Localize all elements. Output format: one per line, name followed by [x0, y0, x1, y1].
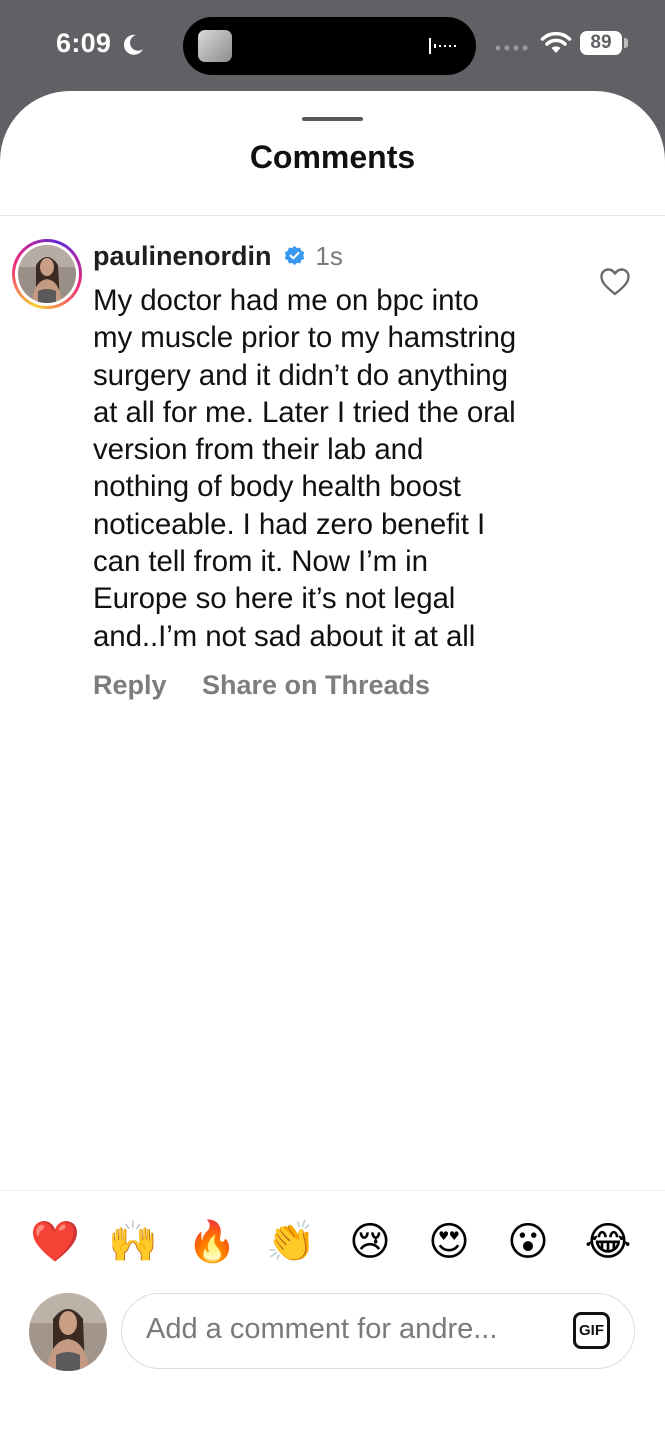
comment-line: Europe so here it’s not legal: [93, 582, 456, 616]
composer-divider: [0, 1190, 665, 1191]
current-user-avatar[interactable]: [29, 1293, 107, 1371]
avatar: [18, 245, 76, 303]
comment-timestamp: 1s: [315, 241, 343, 271]
comment-line: and..I’m not sad about it at all: [93, 619, 476, 653]
status-bar: 6:09 89: [0, 0, 665, 95]
share-on-threads-button[interactable]: Share on Threads: [202, 670, 430, 700]
sheet-grabber[interactable]: [302, 117, 363, 121]
emoji-heart-eyes-button[interactable]: 😍: [424, 1215, 474, 1269]
moon-icon: [123, 34, 143, 55]
comment-input-placeholder[interactable]: Add a comment for andre...: [146, 1313, 497, 1346]
comment-line: can tell from it. Now I’m in: [93, 545, 428, 579]
battery-icon: 89: [580, 31, 622, 55]
comment-line: surgery and it didn’t do anything: [93, 358, 508, 392]
like-heart-icon[interactable]: [599, 267, 631, 297]
emoji-surprised-button[interactable]: 😮: [503, 1215, 553, 1269]
dynamic-island[interactable]: [183, 17, 476, 75]
comment-text: My doctor had me on bpc into my muscle p…: [93, 282, 573, 655]
header-divider: [0, 215, 665, 216]
cellular-signal-icon: [495, 45, 528, 51]
emoji-fire-button[interactable]: 🔥: [187, 1215, 237, 1269]
emoji-raising-hands-button[interactable]: 🙌: [108, 1215, 158, 1269]
emoji-clapping-button[interactable]: 👏: [266, 1215, 316, 1269]
reply-button[interactable]: Reply: [93, 670, 167, 700]
comment-username[interactable]: paulinenordin: [93, 241, 272, 271]
comment-actions: Reply Share on Threads: [93, 670, 461, 701]
sheet-title: Comments: [249, 139, 416, 175]
status-time: 6:09: [56, 28, 112, 58]
now-playing-thumbnail: [198, 30, 232, 62]
verified-badge-icon: [284, 245, 305, 265]
emoji-heart-button[interactable]: ❤️: [30, 1215, 80, 1269]
comment-input[interactable]: Add a comment for andre... GIF: [121, 1293, 635, 1369]
battery-nub: [624, 38, 628, 48]
gif-button[interactable]: GIF: [573, 1312, 610, 1349]
emoji-quick-reactions: ❤️ 🙌 🔥 👏 😢 😍 😮 😂: [30, 1215, 640, 1271]
comment-line: My doctor had me on bpc into: [93, 284, 479, 317]
comment-line: my muscle prior to my hamstring: [93, 321, 517, 355]
comment-line: noticeable. I had zero benefit I: [93, 507, 486, 541]
comments-sheet: Comments paulinenordin 1s My doctor had …: [0, 91, 665, 1440]
comment-line: nothing of body health boost: [93, 470, 461, 504]
emoji-crying-button[interactable]: 😢: [345, 1215, 395, 1269]
audio-waveform-icon: [429, 38, 456, 54]
comment-line: version from their lab and: [93, 433, 424, 467]
comment-avatar-ring[interactable]: [12, 239, 82, 309]
emoji-laughing-button[interactable]: 😂: [583, 1215, 633, 1269]
comment-header: paulinenordin 1s: [93, 241, 343, 275]
wifi-icon: [540, 31, 572, 53]
comment-line: at all for me. Later I tried the oral: [93, 395, 516, 429]
